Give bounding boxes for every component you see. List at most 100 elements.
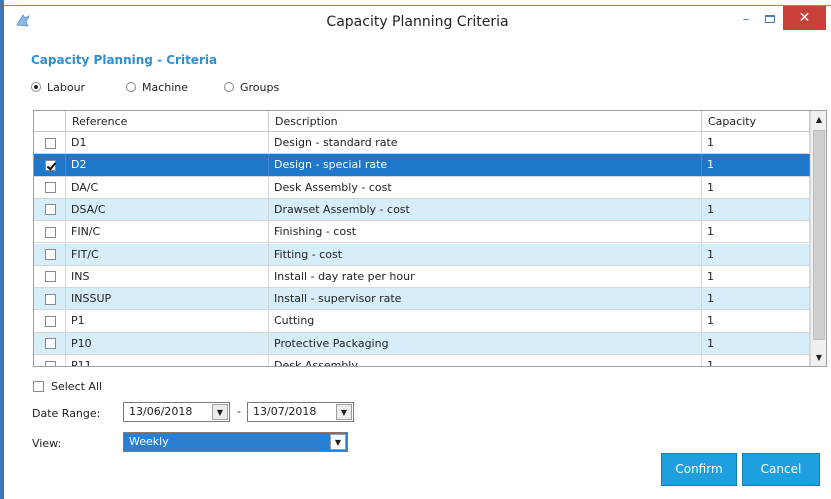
cell-reference: DSA/C <box>66 198 269 221</box>
cell-reference: FIN/C <box>66 221 269 244</box>
chevron-down-icon[interactable]: ▼ <box>212 404 228 420</box>
view-select[interactable]: Weekly ▼ <box>123 432 348 452</box>
radio-label: Labour <box>47 81 86 94</box>
scroll-up-icon[interactable]: ▲ <box>811 111 826 128</box>
close-button[interactable]: ✕ <box>783 6 826 30</box>
view-value: Weekly <box>129 435 169 448</box>
row-checkbox[interactable] <box>45 249 56 260</box>
radio-selected-icon <box>31 82 41 92</box>
row-checkbox[interactable] <box>45 293 56 305</box>
cell-description: Finishing - cost <box>269 221 702 244</box>
row-checkbox-cell <box>34 154 66 177</box>
cell-capacity: 1 <box>702 221 810 244</box>
row-checkbox[interactable] <box>45 315 56 327</box>
row-checkbox[interactable] <box>45 360 56 366</box>
maximize-button[interactable] <box>759 10 781 30</box>
cell-capacity: 1 <box>702 176 810 199</box>
table-row[interactable]: DA/C Desk Assembly - cost 1 <box>34 176 810 199</box>
column-header-description[interactable]: Description <box>269 111 702 132</box>
cell-description: Install - day rate per hour <box>269 265 702 288</box>
table-row[interactable]: INSSUP Install - supervisor rate 1 <box>34 288 810 311</box>
scroll-down-icon[interactable]: ▼ <box>811 349 826 366</box>
chevron-down-icon[interactable]: ▼ <box>330 434 346 450</box>
row-checkbox[interactable] <box>45 137 56 149</box>
dialog-window: Capacity Planning Criteria – ✕ Capacity … <box>4 5 831 499</box>
table-row[interactable]: FIT/C Fitting - cost 1 <box>34 243 810 266</box>
maximize-icon <box>765 15 775 23</box>
table-row[interactable]: P10 Protective Packaging 1 <box>34 332 810 355</box>
row-checkbox[interactable] <box>45 159 56 171</box>
checkbox-icon <box>33 381 44 392</box>
cell-capacity: 1 <box>702 154 810 177</box>
title-bar[interactable]: Capacity Planning Criteria – ✕ <box>4 6 831 39</box>
select-all-checkbox[interactable]: Select All <box>33 380 102 393</box>
row-checkbox-cell <box>34 288 66 311</box>
row-checkbox-cell <box>34 355 66 366</box>
row-checkbox-cell <box>34 310 66 333</box>
table-row[interactable]: P1 Cutting 1 <box>34 310 810 333</box>
radio-icon <box>224 82 234 92</box>
cell-reference: P10 <box>66 332 269 355</box>
section-heading: Capacity Planning - Criteria <box>31 53 218 67</box>
cell-reference: P1 <box>66 310 269 333</box>
cell-description: Drawset Assembly - cost <box>269 198 702 221</box>
cell-capacity: 1 <box>702 243 810 266</box>
cell-description: Cutting <box>269 310 702 333</box>
confirm-button[interactable]: Confirm <box>661 453 737 486</box>
date-to-picker[interactable]: 13/07/2018 ▼ <box>247 402 354 422</box>
row-checkbox-cell <box>34 176 66 199</box>
row-checkbox[interactable] <box>45 271 56 283</box>
table-row[interactable]: INS Install - day rate per hour 1 <box>34 265 810 289</box>
row-checkbox[interactable] <box>45 226 56 238</box>
cell-reference: P11 <box>66 355 269 366</box>
row-checkbox-cell <box>34 243 66 266</box>
column-header-reference[interactable]: Reference <box>66 111 269 132</box>
cell-description: Design - special rate <box>269 154 702 177</box>
cell-capacity: 1 <box>702 265 810 288</box>
row-checkbox-cell <box>34 132 66 154</box>
row-checkbox[interactable] <box>45 204 56 216</box>
row-checkbox[interactable] <box>45 182 56 194</box>
cell-capacity: 1 <box>702 198 810 221</box>
table-row[interactable]: D1 Design - standard rate 1 <box>34 132 810 155</box>
date-range-separator: - <box>237 405 241 418</box>
chevron-down-icon[interactable]: ▼ <box>336 404 352 420</box>
table-row[interactable]: P11 Desk Assembly 1 <box>34 355 810 366</box>
row-checkbox[interactable] <box>45 338 56 350</box>
cell-reference: D2 <box>66 154 269 177</box>
column-header-capacity[interactable]: Capacity <box>702 111 810 132</box>
cell-description: Design - standard rate <box>269 132 702 154</box>
table-row[interactable]: D2 Design - special rate 1 <box>34 154 810 177</box>
radio-machine[interactable]: Machine <box>126 81 188 94</box>
scroll-thumb[interactable] <box>813 130 825 340</box>
minimize-button[interactable]: – <box>735 10 757 30</box>
cell-reference: INSSUP <box>66 288 269 311</box>
cell-reference: INS <box>66 265 269 288</box>
cell-description: Desk Assembly - cost <box>269 176 702 199</box>
cell-reference: DA/C <box>66 176 269 199</box>
resource-grid[interactable]: Reference Description Capacity D1 Design … <box>33 110 827 367</box>
cell-capacity: 1 <box>702 288 810 311</box>
radio-label: Machine <box>142 81 189 94</box>
cell-description: Protective Packaging <box>269 332 702 355</box>
select-all-label: Select All <box>51 380 103 393</box>
row-checkbox-cell <box>34 221 66 244</box>
window-title: Capacity Planning Criteria <box>326 14 509 30</box>
cell-capacity: 1 <box>702 310 810 333</box>
radio-labour[interactable]: Labour <box>31 81 85 94</box>
radio-icon <box>126 82 136 92</box>
cell-capacity: 1 <box>702 332 810 355</box>
date-to-value: 13/07/2018 <box>253 405 317 418</box>
cell-capacity: 1 <box>702 132 810 154</box>
cancel-button[interactable]: Cancel <box>742 453 820 486</box>
radio-groups[interactable]: Groups <box>224 81 279 94</box>
table-row[interactable]: FIN/C Finishing - cost 1 <box>34 221 810 244</box>
vertical-scrollbar[interactable]: ▲ ▼ <box>810 111 826 366</box>
header-checkbox-column <box>34 111 66 132</box>
table-row[interactable]: DSA/C Drawset Assembly - cost 1 <box>34 198 810 222</box>
date-range-label: Date Range: <box>32 407 101 420</box>
cell-capacity: 1 <box>702 355 810 366</box>
cell-reference: D1 <box>66 132 269 154</box>
date-from-picker[interactable]: 13/06/2018 ▼ <box>123 402 230 422</box>
row-checkbox-cell <box>34 265 66 288</box>
